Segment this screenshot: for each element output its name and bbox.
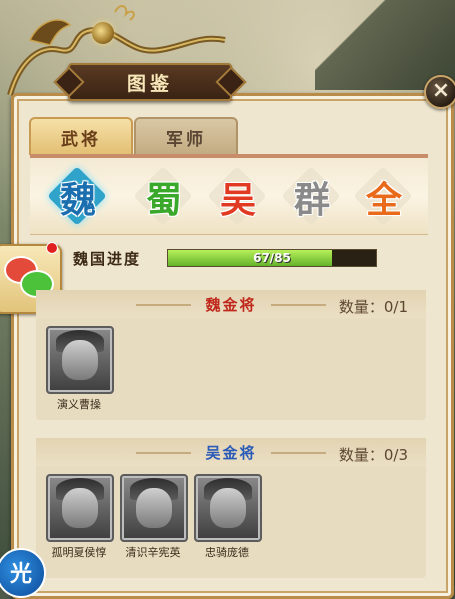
title-banner: 图鉴 [68,63,232,101]
lantern-ornament [92,22,114,44]
section-count: 数量：0/3 [338,446,408,464]
notification-dot [46,242,58,254]
tab-strategists[interactable]: 军师 [134,117,238,155]
faction-qun-button[interactable]: 群 [281,166,341,226]
hero-name: 忠骑庞德 [205,546,249,559]
hero-card[interactable]: 清识辛宪英 [120,474,188,560]
progress-text: 67/85 [253,251,291,265]
faction-qun-label: 群 [293,179,330,221]
faction-shu-button[interactable]: 蜀 [133,166,193,226]
hero-card[interactable]: 孤明夏侯惇 [46,474,114,560]
progress-label: 魏国进度 [73,250,142,268]
close-button[interactable]: × [424,75,455,109]
faction-all-button[interactable]: 全 [353,166,413,226]
faction-wei-button[interactable]: 魏 [47,166,107,226]
portrait-face [62,340,98,380]
section-header: 吴金将 数量：0/3 [36,438,426,466]
section-wei-gold: 魏金将 数量：0/1 演义曹操 [36,290,426,420]
portrait-face [210,488,246,528]
hero-portrait-icon [120,474,188,542]
hero-card[interactable]: 演义曹操 [46,326,114,412]
hero-card[interactable]: 忠骑庞德 [194,474,262,560]
section-header: 魏金将 数量：0/1 [36,290,426,318]
portrait-face [62,488,98,528]
hero-name: 演义曹操 [57,398,101,411]
progress-bar: 67/85 [167,249,377,267]
tab-generals[interactable]: 武将 [29,117,133,155]
hero-name: 孤明夏侯惇 [51,546,107,559]
section-wu-gold: 吴金将 数量：0/3 孤明夏侯惇 清识辛宪英 忠骑庞德 [36,438,426,578]
portrait-face [136,488,172,528]
hero-portrait-icon [194,474,262,542]
page-title: 图鉴 [126,72,173,95]
faction-all-label: 全 [365,179,402,221]
section-count: 数量：0/1 [338,298,408,316]
faction-shu-label: 蜀 [145,179,182,221]
faction-wei-label: 魏 [59,179,96,221]
faction-wu-button[interactable]: 吴 [207,166,267,226]
hero-portrait-icon [46,326,114,394]
faction-wu-label: 吴 [219,179,256,221]
hero-portrait-icon [46,474,114,542]
hero-name: 清识辛宪英 [125,546,181,559]
